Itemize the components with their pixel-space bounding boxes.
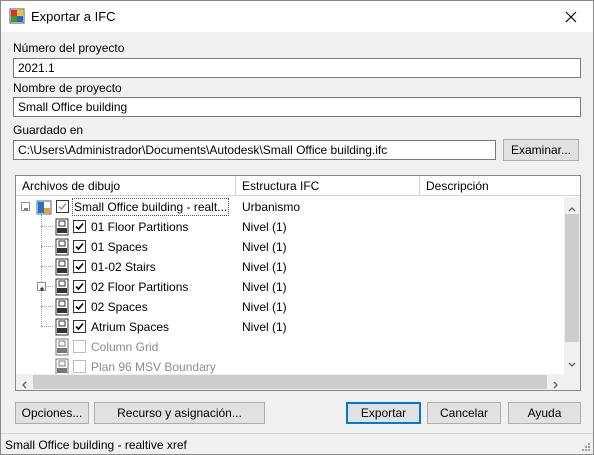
saved-in-value: C:\Users\Administrador\Documents\Autodes… — [18, 143, 388, 157]
tree-row[interactable]: 01 Spaces Nivel (1) — [16, 237, 564, 257]
dwg-file-icon — [54, 278, 70, 296]
ifc-structure: Nivel (1) — [242, 280, 287, 294]
vertical-scrollbar[interactable] — [564, 197, 580, 375]
scroll-left-icon[interactable] — [21, 378, 27, 392]
file-name: Atrium Spaces — [91, 320, 170, 334]
include-checkbox[interactable] — [73, 240, 86, 253]
ifc-structure: Nivel (1) — [242, 320, 287, 334]
cancel-button[interactable]: Cancelar — [427, 402, 501, 424]
export-ifc-dialog: Exportar a IFC Número del proyecto 2021.… — [0, 0, 594, 455]
project-number-value: 2021.1 — [18, 61, 55, 75]
file-name: Column Grid — [91, 340, 159, 354]
ifc-structure: Nivel (1) — [242, 220, 287, 234]
collapse-icon[interactable] — [21, 202, 30, 211]
dwg-file-icon — [54, 238, 70, 256]
tree-row[interactable]: Atrium Spaces Nivel (1) — [16, 317, 564, 337]
horizontal-scroll-thumb[interactable] — [33, 375, 547, 389]
include-checkbox[interactable] — [73, 280, 86, 293]
scroll-corner — [564, 374, 580, 390]
tree-row-root[interactable]: Small Office building - realt... Urbanis… — [16, 197, 564, 217]
include-checkbox[interactable] — [73, 360, 86, 373]
file-name: 01-02 Stairs — [91, 260, 156, 274]
resize-grip-icon[interactable] — [579, 440, 591, 452]
tree-row[interactable]: 01 Floor Partitions Nivel (1) — [16, 217, 564, 237]
project-name-label: Nombre de proyecto — [13, 81, 122, 95]
browse-button[interactable]: Examinar... — [503, 139, 579, 161]
project-name-field[interactable]: Small Office building — [13, 97, 581, 117]
export-button[interactable]: Exportar — [346, 402, 421, 424]
close-icon[interactable] — [565, 11, 577, 23]
include-checkbox[interactable] — [73, 320, 86, 333]
file-name: Small Office building - realt... — [72, 198, 230, 216]
expand-icon[interactable] — [37, 282, 46, 291]
grid-header: Archivos de dibujo Estructura IFC Descri… — [16, 176, 580, 196]
include-checkbox[interactable] — [56, 200, 69, 213]
file-name: 01 Floor Partitions — [91, 220, 189, 234]
close-button[interactable] — [549, 1, 593, 32]
file-name: Plan 96 MSV Boundary — [91, 360, 216, 374]
vertical-scroll-thumb[interactable] — [565, 214, 579, 342]
drawing-files-grid[interactable]: Archivos de dibujo Estructura IFC Descri… — [15, 175, 581, 391]
include-checkbox[interactable] — [73, 300, 86, 313]
status-text: Small Office building - realtive xref — [5, 438, 187, 452]
window-title: Exportar a IFC — [31, 9, 116, 24]
scroll-right-icon[interactable] — [553, 378, 559, 392]
scroll-up-icon[interactable] — [568, 201, 576, 215]
tree-row-disabled[interactable]: Column Grid — [16, 337, 564, 357]
saved-in-field[interactable]: C:\Users\Administrador\Documents\Autodes… — [13, 140, 496, 160]
scroll-down-icon[interactable] — [568, 357, 576, 371]
tree-row[interactable]: 01-02 Stairs Nivel (1) — [16, 257, 564, 277]
status-bar: Small Office building - realtive xref — [1, 433, 593, 454]
options-button[interactable]: Opciones... — [15, 402, 89, 424]
ifc-structure: Nivel (1) — [242, 260, 287, 274]
column-header-description[interactable]: Descripción — [420, 176, 580, 196]
app-icon — [9, 8, 25, 24]
ifc-structure: Urbanismo — [242, 200, 301, 214]
dwg-file-icon — [54, 298, 70, 316]
project-number-label: Número del proyecto — [13, 41, 125, 55]
sheet-set-icon — [36, 198, 52, 216]
include-checkbox[interactable] — [73, 260, 86, 273]
dwg-file-icon — [54, 218, 70, 236]
help-button[interactable]: Ayuda — [508, 402, 581, 424]
project-name-value: Small Office building — [18, 100, 128, 114]
file-name: 02 Floor Partitions — [91, 280, 189, 294]
dwg-file-icon — [54, 338, 70, 356]
tree-row[interactable]: 02 Floor Partitions Nivel (1) — [16, 277, 564, 297]
include-checkbox[interactable] — [73, 340, 86, 353]
resource-assignment-button[interactable]: Recurso y asignación... — [94, 402, 265, 424]
tree-row[interactable]: 02 Spaces Nivel (1) — [16, 297, 564, 317]
include-checkbox[interactable] — [73, 220, 86, 233]
file-name: 02 Spaces — [91, 300, 148, 314]
title-bar: Exportar a IFC — [1, 1, 593, 32]
horizontal-scrollbar[interactable] — [16, 374, 564, 390]
saved-in-label: Guardado en — [13, 123, 84, 137]
dwg-file-icon — [54, 318, 70, 336]
file-name: 01 Spaces — [91, 240, 148, 254]
project-number-field[interactable]: 2021.1 — [13, 58, 581, 78]
column-header-drawing-files[interactable]: Archivos de dibujo — [16, 176, 236, 196]
dwg-file-icon — [54, 258, 70, 276]
ifc-structure: Nivel (1) — [242, 240, 287, 254]
ifc-structure: Nivel (1) — [242, 300, 287, 314]
column-header-ifc-structure[interactable]: Estructura IFC — [236, 176, 420, 196]
